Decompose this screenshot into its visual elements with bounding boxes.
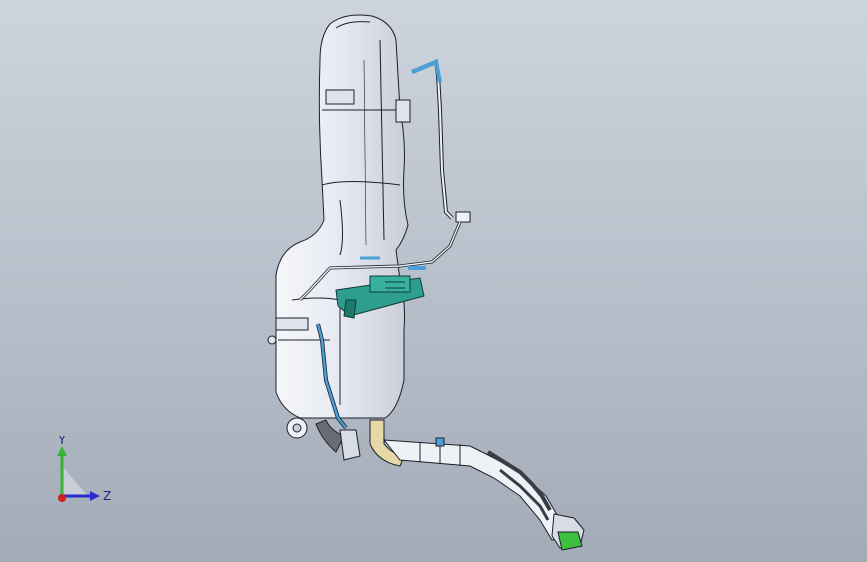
coordinate-triad: Y Z bbox=[57, 436, 111, 503]
z-axis-label: Z bbox=[103, 489, 111, 503]
z-axis-arrow-icon bbox=[90, 491, 100, 501]
x-axis-dot-icon bbox=[58, 494, 66, 502]
cad-model-view[interactable] bbox=[0, 0, 867, 562]
triad-plane-icon bbox=[62, 466, 88, 496]
filler-neck[interactable] bbox=[286, 417, 585, 551]
y-axis-label: Y bbox=[57, 436, 66, 447]
graphics-viewport[interactable]: Y Z bbox=[0, 0, 867, 562]
y-axis-arrow-icon bbox=[57, 446, 67, 456]
fuel-tank-body[interactable] bbox=[267, 14, 411, 419]
